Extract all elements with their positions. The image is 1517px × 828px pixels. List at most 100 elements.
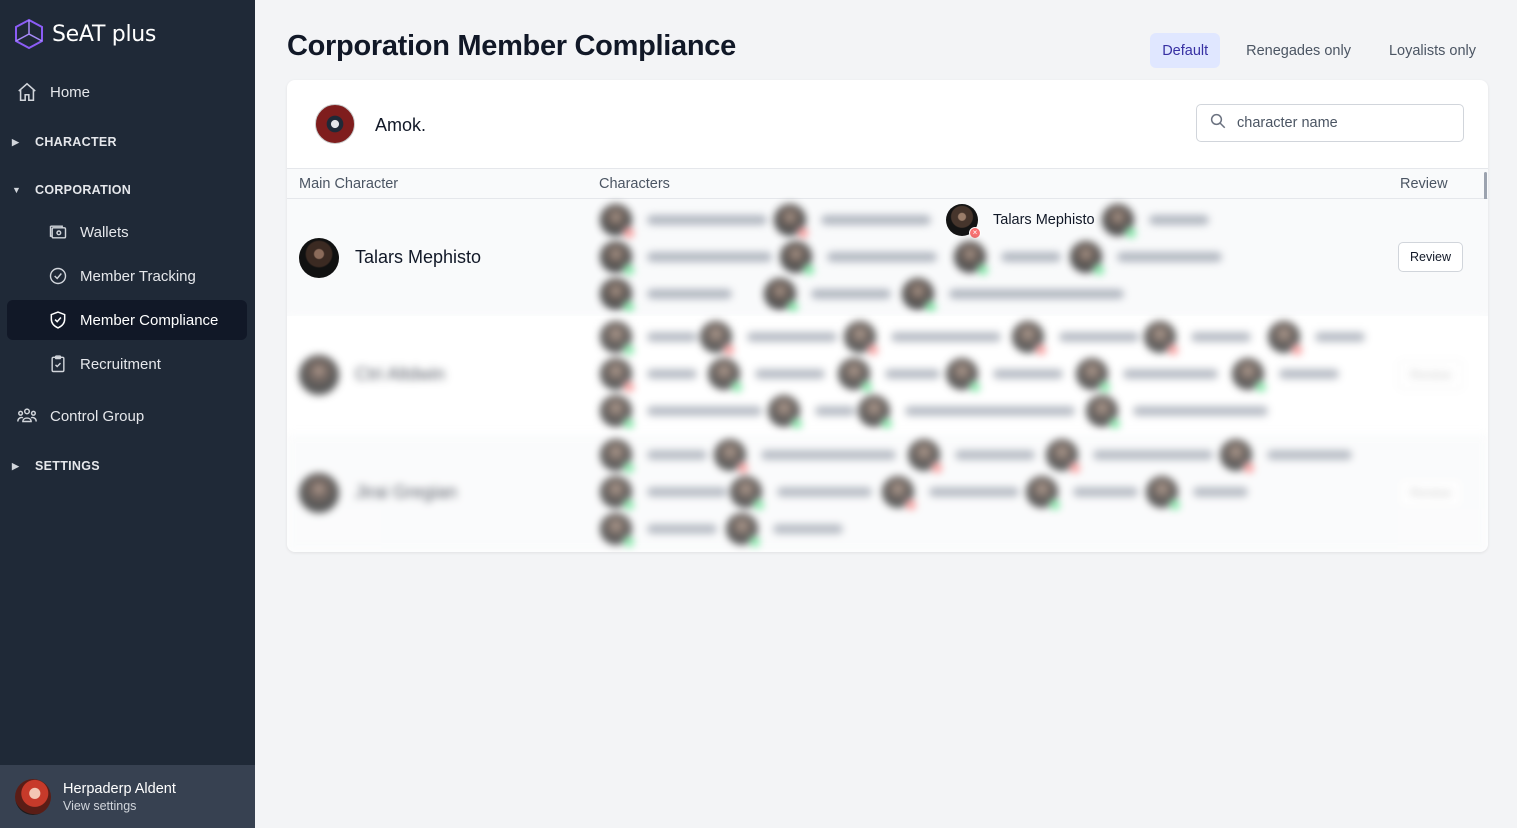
review-button[interactable]: Review (1398, 360, 1463, 390)
avatar (764, 278, 799, 313)
avatar (1144, 321, 1179, 356)
avatar (299, 238, 339, 278)
character-chip[interactable] (954, 239, 1061, 276)
loyal-badge-icon (623, 344, 635, 356)
character-chip[interactable] (1102, 202, 1209, 239)
character-chip[interactable] (774, 202, 931, 239)
character-chip[interactable] (1146, 474, 1248, 511)
column-review: Review (1400, 176, 1448, 192)
sidebar-item-control-group[interactable]: Control Group (7, 396, 247, 436)
character-chip[interactable] (600, 239, 772, 276)
loyal-badge-icon (1255, 381, 1267, 393)
character-chip[interactable] (600, 437, 707, 474)
loyal-badge-icon (623, 301, 635, 313)
filter-default[interactable]: Default (1150, 33, 1221, 68)
avatar (299, 355, 339, 395)
avatar (1046, 439, 1081, 474)
loyal-badge-icon (1049, 499, 1061, 511)
avatar: × (946, 204, 981, 239)
brand[interactable]: SeAT plus (14, 18, 156, 50)
character-chip[interactable] (600, 393, 762, 430)
filter-renegades-only[interactable]: Renegades only (1234, 33, 1363, 68)
character-chip[interactable] (1046, 437, 1213, 474)
view-settings-link[interactable]: View settings (63, 799, 176, 813)
sidebar-item-member-tracking[interactable]: Member Tracking (7, 256, 247, 296)
character-chip[interactable] (708, 356, 825, 393)
sidebar-item-recruitment[interactable]: Recruitment (7, 344, 247, 384)
character-chip[interactable] (1012, 319, 1139, 356)
section-label: CORPORATION (35, 183, 132, 197)
renegade-badge-icon (797, 227, 809, 239)
corporation-logo (315, 104, 355, 144)
sidebar-item-label: Wallets (80, 223, 129, 241)
loyal-badge-icon (731, 381, 743, 393)
avatar (600, 204, 635, 239)
avatar (726, 513, 761, 548)
character-chip[interactable] (730, 474, 872, 511)
compliance-card: Amok. Main Character Characters Review T… (287, 80, 1488, 552)
character-chip[interactable] (768, 393, 855, 430)
avatar (954, 241, 989, 276)
loyal-badge-icon (969, 381, 981, 393)
character-chip[interactable] (1076, 356, 1218, 393)
sidebar-item-wallets[interactable]: Wallets (7, 212, 247, 252)
character-chip[interactable] (844, 319, 1001, 356)
character-chip[interactable] (600, 276, 732, 313)
sidebar: SeAT plus Home ▶ CHARACTER ▼ CORPORATION… (0, 0, 255, 828)
loyal-badge-icon (1169, 499, 1181, 511)
character-chip[interactable] (726, 511, 843, 548)
character-chip[interactable] (1070, 239, 1222, 276)
character-chip[interactable] (600, 356, 697, 393)
avatar (600, 476, 635, 511)
character-chip[interactable] (600, 319, 697, 356)
user-profile[interactable]: Herpaderp Aldent View settings (0, 765, 255, 828)
character-chip[interactable] (902, 276, 1124, 313)
loyal-badge-icon (1125, 227, 1137, 239)
character-chip[interactable] (1268, 319, 1365, 356)
character-chip[interactable] (714, 437, 896, 474)
avatar (700, 321, 735, 356)
search-icon (1209, 112, 1227, 135)
loyal-badge-icon (861, 381, 873, 393)
character-chip[interactable] (1144, 319, 1251, 356)
character-chip[interactable] (908, 437, 1035, 474)
renegade-badge-icon (623, 381, 635, 393)
character-chip[interactable] (882, 474, 1019, 511)
renegade-badge-icon (867, 344, 879, 356)
character-chip[interactable] (780, 239, 937, 276)
character-chip[interactable] (946, 356, 1063, 393)
sidebar-item-home[interactable]: Home (7, 72, 247, 112)
review-button[interactable]: Review (1398, 242, 1463, 272)
users-group-icon (16, 405, 38, 427)
renegade-badge-icon (905, 499, 917, 511)
column-characters: Characters (599, 176, 670, 192)
character-chip[interactable] (600, 202, 767, 239)
avatar (768, 395, 803, 430)
avatar (1076, 358, 1111, 393)
sidebar-item-label: Home (50, 83, 91, 101)
avatar (714, 439, 749, 474)
character-chip[interactable] (600, 474, 727, 511)
character-chip[interactable] (858, 393, 1075, 430)
sidebar-section-corporation[interactable]: ▼ CORPORATION (12, 183, 131, 197)
filter-tabs: Default Renegades only Loyalists only (1150, 33, 1488, 68)
character-chip[interactable] (1232, 356, 1339, 393)
avatar (600, 278, 635, 313)
search-input[interactable] (1237, 115, 1437, 131)
character-name: Talars Mephisto (993, 212, 1095, 228)
filter-loyalists-only[interactable]: Loyalists only (1377, 33, 1488, 68)
character-chip[interactable] (1086, 393, 1268, 430)
character-chip[interactable] (700, 319, 837, 356)
character-chip[interactable] (1026, 474, 1138, 511)
sidebar-section-settings[interactable]: ▶ SETTINGS (12, 459, 100, 473)
character-chip[interactable] (1220, 437, 1352, 474)
character-chip-highlighted[interactable]: × Talars Mephisto (946, 202, 1095, 239)
character-chip[interactable] (838, 356, 940, 393)
loyal-badge-icon (623, 536, 635, 548)
sidebar-item-member-compliance[interactable]: Member Compliance (7, 300, 247, 340)
character-chip[interactable] (764, 276, 891, 313)
character-chip[interactable] (600, 511, 717, 548)
review-button[interactable]: Review (1398, 478, 1463, 508)
sidebar-section-character[interactable]: ▶ CHARACTER (12, 135, 117, 149)
sidebar-item-label: Member Compliance (80, 311, 219, 329)
